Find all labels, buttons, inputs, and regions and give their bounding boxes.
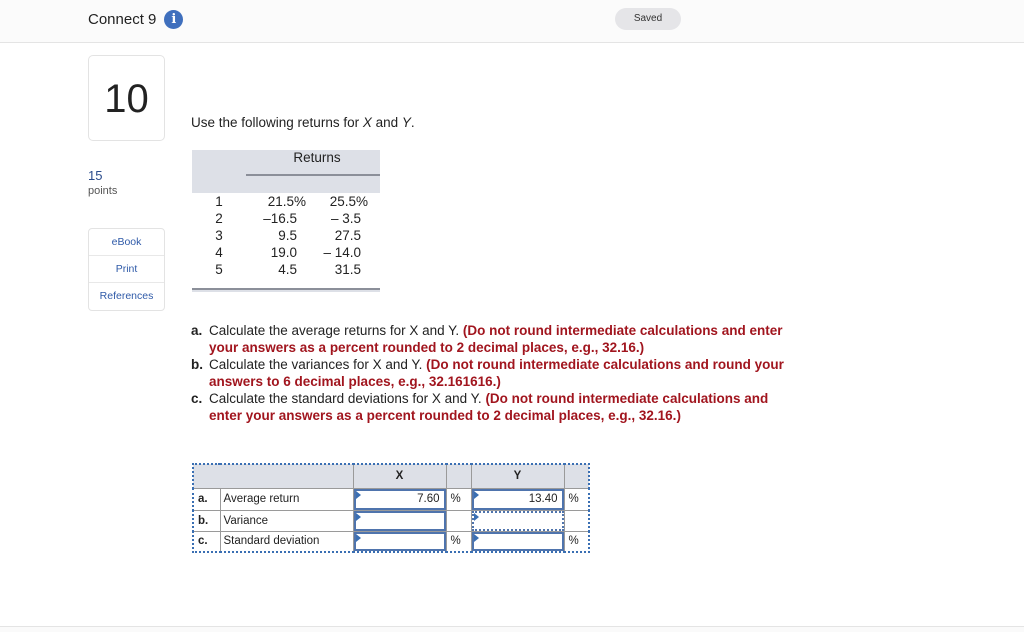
year-cell: 3 — [215, 228, 223, 243]
unit-label: % — [445, 487, 472, 511]
unit-label — [445, 509, 472, 532]
row-text: Variance — [219, 509, 354, 532]
unit-label: % — [563, 530, 590, 553]
answer-row-variance: b. Variance — [192, 509, 590, 532]
table-footer-rule — [192, 288, 380, 292]
x-cell: 4.5 — [278, 262, 297, 277]
intro-x: X — [362, 115, 372, 130]
year-cell: 1 — [215, 194, 223, 209]
average-return-y-input[interactable]: 13.40 — [471, 488, 564, 510]
year-cell: 5 — [215, 262, 223, 277]
x-cell: –16.5 — [263, 211, 297, 226]
part-label: b. — [191, 357, 203, 372]
x-cell: 9.5 — [278, 228, 297, 243]
info-icon[interactable]: i — [164, 10, 184, 29]
y-cell: 31.5 — [334, 262, 361, 277]
y-input-cell: 13.40 — [470, 487, 565, 511]
unit-label — [563, 509, 590, 532]
part-text: Calculate the standard deviations for X … — [209, 391, 486, 406]
average-return-x-input[interactable]: 7.60 — [353, 488, 446, 510]
returns-header: Returns — [192, 150, 380, 193]
x-input-cell — [352, 530, 447, 553]
table-row: 4 19.0 – 14.0 — [192, 244, 380, 261]
std-dev-y-input[interactable] — [471, 531, 564, 551]
print-link[interactable]: Print — [89, 256, 164, 283]
table-row: 2 –16.5 – 3.5 — [192, 210, 380, 227]
part-label: c. — [191, 391, 203, 406]
unit-header — [445, 463, 472, 489]
answer-table: X Y a. Average return 7.60 % 13.40 % b. … — [192, 463, 590, 553]
y-cell: – 14.0 — [323, 245, 361, 260]
saved-status-badge: Saved — [615, 8, 681, 30]
intro-text: Use the following returns for — [191, 115, 363, 130]
x-cell: 19.0 — [270, 245, 297, 260]
question-part-a: a. Calculate the average returns for X a… — [191, 322, 791, 356]
variance-y-input[interactable] — [471, 510, 564, 531]
answer-header-row: X Y — [192, 463, 590, 489]
points-value: 15 — [88, 168, 103, 183]
x-input-cell — [352, 509, 447, 532]
unit-label: % — [563, 487, 590, 511]
brand-title: Connect 9 — [88, 11, 157, 28]
intro-y: Y — [401, 115, 411, 130]
blank-header — [192, 463, 354, 489]
std-dev-x-input[interactable] — [353, 531, 446, 551]
row-label: b. — [192, 509, 221, 532]
row-text: Standard deviation — [219, 530, 354, 553]
x-cell: 21.5% — [267, 194, 306, 209]
question-part-c: c. Calculate the standard deviations for… — [191, 390, 791, 424]
top-bar: Connect 9 i Saved — [0, 0, 1024, 43]
y-cell: 25.5% — [329, 194, 368, 209]
unit-label: % — [445, 530, 472, 553]
ebook-link[interactable]: eBook — [89, 229, 164, 256]
footer-divider — [0, 626, 1024, 632]
question-intro: Use the following returns for X and Y. — [191, 115, 415, 130]
header-rule — [246, 174, 380, 176]
table-row: 5 4.5 31.5 — [192, 261, 380, 278]
y-input-cell — [470, 509, 565, 532]
y-cell: 27.5 — [334, 228, 361, 243]
returns-table: Returns Year X Y 1 21.5% 25.5% 2 –16.5 –… — [192, 150, 380, 292]
y-cell: – 3.5 — [330, 211, 361, 226]
answer-row-average-return: a. Average return 7.60 % 13.40 % — [192, 487, 590, 511]
question-parts: a. Calculate the average returns for X a… — [191, 322, 791, 424]
resource-links: eBook Print References — [88, 228, 165, 311]
unit-header — [563, 463, 590, 489]
points-label: points — [88, 185, 118, 197]
answer-row-standard-deviation: c. Standard deviation % % — [192, 530, 590, 553]
table-row: 1 21.5% 25.5% — [192, 193, 380, 210]
returns-title: Returns — [293, 150, 341, 165]
table-row: 3 9.5 27.5 — [192, 227, 380, 244]
question-part-b: b. Calculate the variances for X and Y. … — [191, 356, 791, 390]
part-label: a. — [191, 323, 203, 338]
part-text: Calculate the variances for X and Y. — [209, 357, 427, 372]
y-input-cell — [470, 530, 565, 553]
answer-col-x: X — [352, 463, 447, 489]
variance-x-input[interactable] — [353, 510, 446, 531]
intro-and: and — [371, 115, 402, 130]
year-cell: 4 — [215, 245, 223, 260]
references-link[interactable]: References — [89, 283, 164, 310]
row-label: a. — [192, 487, 221, 511]
year-cell: 2 — [215, 211, 223, 226]
answer-col-y: Y — [470, 463, 565, 489]
row-label: c. — [192, 530, 221, 553]
part-text: Calculate the average returns for X and … — [209, 323, 463, 338]
x-input-cell: 7.60 — [352, 487, 447, 511]
intro-suffix: . — [410, 115, 415, 130]
row-text: Average return — [219, 487, 354, 511]
question-number: 10 — [88, 55, 165, 141]
brand: Connect 9 i — [88, 10, 184, 29]
